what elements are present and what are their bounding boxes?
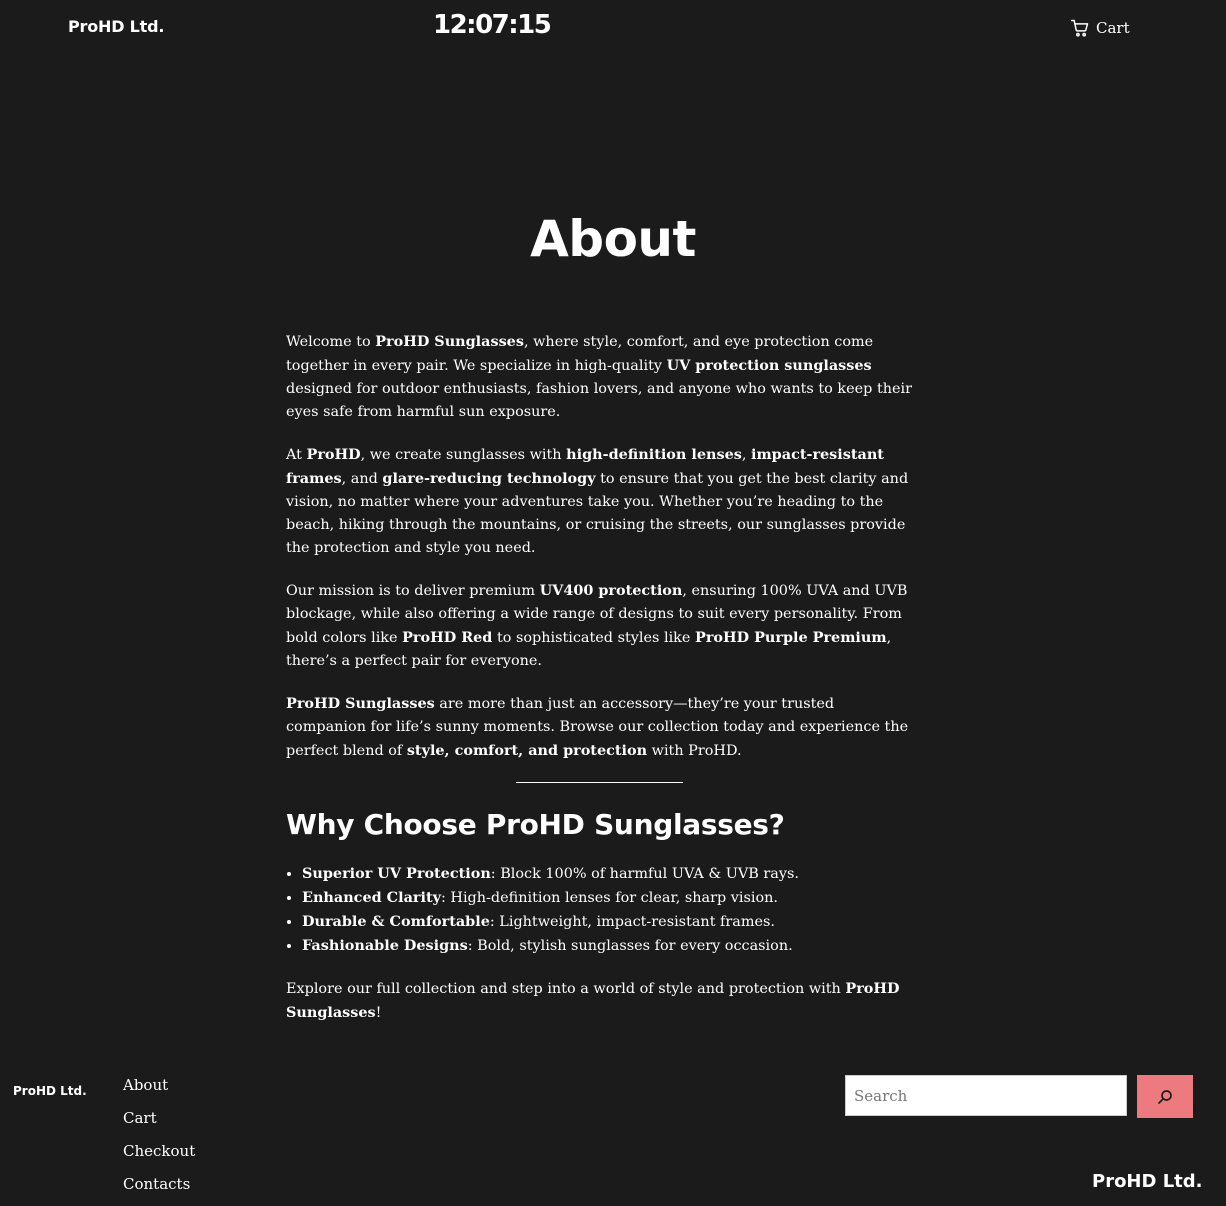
cart-link[interactable]: Cart	[1070, 18, 1130, 38]
separator	[515, 782, 683, 783]
feature-title: Fashionable Designs	[302, 937, 468, 954]
site-title-link[interactable]: ProHD Ltd.	[68, 17, 164, 36]
cart-label: Cart	[1096, 19, 1130, 37]
text: Explore our full collection and step int…	[286, 981, 846, 997]
about-content: Welcome to ProHD Sunglasses, where style…	[286, 330, 912, 1044]
search-input[interactable]	[845, 1075, 1127, 1116]
footer-nav-cart[interactable]: Cart	[123, 1107, 195, 1140]
feature-text: : High-definition lenses for clear, shar…	[440, 890, 779, 906]
bold-text: ProHD Sunglasses	[375, 333, 524, 350]
feature-item: Fashionable Designs: Bold, stylish sungl…	[302, 934, 912, 958]
text: Welcome to	[286, 334, 376, 350]
bold-text: ProHD Red	[402, 629, 493, 646]
text: Our mission is to deliver premium	[286, 583, 540, 599]
bold-text: UV400 protection	[539, 582, 683, 599]
bold-text: glare-reducing technology	[382, 470, 596, 487]
bold-text: UV protection sunglasses	[666, 357, 872, 374]
bold-text: ProHD	[306, 446, 361, 463]
cart-icon	[1070, 18, 1090, 38]
footer-logo[interactable]: ProHD Ltd.	[13, 1084, 87, 1098]
search-icon	[1156, 1088, 1174, 1106]
footer-nav: About Cart Checkout Contacts	[123, 1074, 195, 1206]
closing-paragraph: Explore our full collection and step int…	[286, 977, 912, 1025]
text: At	[286, 447, 307, 463]
bold-text: ProHD Purple Premium	[695, 629, 887, 646]
search-button[interactable]	[1137, 1075, 1193, 1118]
feature-item: Superior UV Protection: Block 100% of ha…	[302, 862, 912, 886]
text: , we create sunglasses with	[360, 447, 567, 463]
mission-paragraph: Our mission is to deliver premium UV400 …	[286, 579, 912, 673]
footer-nav-contacts[interactable]: Contacts	[123, 1173, 195, 1206]
text: ,	[741, 447, 751, 463]
feature-text: : Block 100% of harmful UVA & UVB rays.	[490, 866, 799, 882]
feature-title: Enhanced Clarity	[302, 889, 441, 906]
bold-text: style, comfort, and protection	[406, 742, 648, 759]
feature-title: Superior UV Protection	[302, 865, 491, 882]
clock: 12:07:15	[433, 10, 552, 40]
technology-paragraph: At ProHD, we create sunglasses with high…	[286, 443, 912, 560]
feature-text: : Bold, stylish sunglasses for every occ…	[467, 938, 793, 954]
feature-text: : Lightweight, impact-resistant frames.	[489, 914, 775, 930]
page-title: About	[530, 210, 696, 268]
section-heading: Why Choose ProHD Sunglasses?	[286, 808, 785, 841]
feature-item: Durable & Comfortable: Lightweight, impa…	[302, 910, 912, 934]
text: designed for outdoor enthusiasts, fashio…	[286, 381, 912, 420]
companion-paragraph: ProHD Sunglasses are more than just an a…	[286, 692, 912, 763]
footer-nav-checkout[interactable]: Checkout	[123, 1140, 195, 1173]
bold-text: high-definition lenses	[566, 446, 742, 463]
text: , and	[341, 471, 383, 487]
bold-text: ProHD Sunglasses	[286, 695, 435, 712]
footer-brand: ProHD Ltd.	[1092, 1171, 1203, 1192]
features-list: Superior UV Protection: Block 100% of ha…	[286, 862, 912, 958]
text: with ProHD.	[647, 743, 742, 759]
search-form	[845, 1075, 1193, 1118]
text: !	[375, 1005, 382, 1021]
feature-item: Enhanced Clarity: High-definition lenses…	[302, 886, 912, 910]
feature-title: Durable & Comfortable	[302, 913, 490, 930]
site-header: ProHD Ltd. 12:07:15 Cart	[0, 0, 1226, 58]
intro-paragraph: Welcome to ProHD Sunglasses, where style…	[286, 330, 912, 424]
text: to sophisticated styles like	[492, 630, 695, 646]
footer-nav-about[interactable]: About	[123, 1074, 195, 1107]
